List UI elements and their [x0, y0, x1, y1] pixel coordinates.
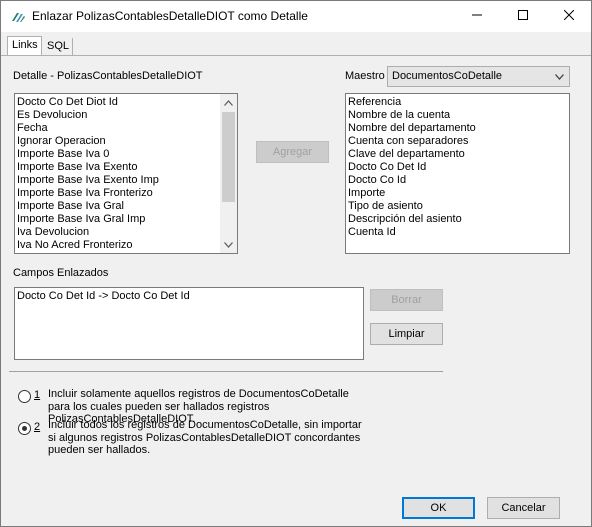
title-bar[interactable]: Enlazar PolizasContablesDetalleDIOT como… — [1, 1, 591, 32]
option-1-radio[interactable] — [18, 390, 31, 403]
list-item[interactable]: Importe Base Iva Fronterizo — [15, 187, 220, 200]
list-item[interactable]: Tipo de asiento — [346, 200, 566, 213]
option-1-number-text: 1 — [34, 389, 41, 401]
list-item[interactable]: Descripción del asiento — [346, 213, 566, 226]
close-icon — [563, 9, 575, 23]
agregar-button[interactable]: Agregar — [256, 141, 329, 163]
chevron-down-icon — [224, 239, 233, 251]
borrar-button-label: Borrar — [391, 294, 422, 306]
scroll-down-button[interactable] — [220, 236, 237, 253]
list-item[interactable]: Importe — [346, 187, 566, 200]
maximize-button[interactable] — [500, 1, 546, 31]
list-item[interactable]: Clave del departamento — [346, 148, 566, 161]
option-2-number: 2 — [34, 421, 40, 433]
minimize-button[interactable] — [454, 1, 500, 31]
list-item[interactable]: Iva No Acred Fronterizo — [15, 239, 220, 252]
campos-enlazados-list[interactable]: Docto Co Det Id -> Docto Co Det Id — [14, 287, 364, 360]
list-item[interactable]: Importe Base Iva Exento — [15, 161, 220, 174]
option-1-line-2: para los cuales pueden ser hallados regi… — [48, 400, 270, 413]
option-1-number: 1 — [34, 389, 40, 401]
chevron-up-icon — [224, 97, 233, 109]
maestro-selected-value: DocumentosCoDetalle — [392, 70, 503, 82]
list-item[interactable]: Importe Base Iva Exento Imp — [15, 174, 220, 187]
detalle-fields-list[interactable]: Docto Co Det Diot Id Es Devolucion Fecha… — [14, 93, 238, 254]
list-item[interactable]: Nombre del departamento — [346, 122, 566, 135]
list-item[interactable]: Importe Base Iva Gral — [15, 200, 220, 213]
window-title: Enlazar PolizasContablesDetalleDIOT como… — [32, 9, 308, 23]
maestro-fields-list[interactable]: Referencia Nombre de la cuenta Nombre de… — [345, 93, 570, 254]
scroll-up-button[interactable] — [220, 94, 237, 111]
close-button[interactable] — [546, 1, 592, 31]
option-2-number-text: 2 — [34, 421, 41, 433]
maestro-select[interactable]: DocumentosCoDetalle — [387, 66, 570, 87]
option-2-line-2: si algunos registros PolizasContablesDet… — [48, 431, 361, 444]
list-item[interactable]: Importe Base Iva Gral Imp — [15, 213, 220, 226]
tab-sql[interactable]: SQL — [43, 38, 73, 56]
list-item[interactable]: Docto Co Det Id — [346, 161, 566, 174]
tab-divider — [1, 55, 591, 56]
option-2-text[interactable]: Incluir todos los registros de Documento… — [48, 419, 378, 457]
maestro-label: Maestro — [345, 70, 385, 82]
option-2-line-1: Incluir todos los registros de Documento… — [48, 419, 362, 431]
list-item[interactable]: Ignorar Operacion — [15, 135, 220, 148]
limpiar-button[interactable]: Limpiar — [370, 323, 443, 345]
scroll-thumb[interactable] — [222, 112, 235, 202]
list-item[interactable]: Fecha — [15, 122, 220, 135]
list-item[interactable]: Docto Co Id — [346, 174, 566, 187]
borrar-button[interactable]: Borrar — [370, 289, 443, 311]
options-separator — [9, 371, 443, 372]
cancelar-button-label: Cancelar — [501, 502, 546, 514]
tab-strip: Links SQL — [1, 33, 591, 56]
list-item[interactable]: Cuenta con separadores — [346, 135, 566, 148]
list-item[interactable]: Docto Co Det Diot Id — [15, 96, 220, 109]
campos-enlazados-label: Campos Enlazados — [13, 267, 109, 279]
option-2-radio[interactable] — [18, 422, 31, 435]
option-2-line-3: pueden ser hallados. — [48, 444, 151, 456]
list-item[interactable]: Docto Co Det Id -> Docto Co Det Id — [15, 290, 190, 303]
tab-links[interactable]: Links — [7, 36, 42, 56]
list-item[interactable]: Cuenta Id — [346, 226, 566, 239]
ok-button[interactable]: OK — [402, 497, 475, 519]
chevron-down-icon — [552, 70, 566, 84]
ok-button-label: OK — [430, 502, 447, 514]
list-item[interactable]: Referencia — [346, 96, 566, 109]
option-1-line-1: Incluir solamente aquellos registros de … — [48, 388, 349, 400]
cancelar-button[interactable]: Cancelar — [487, 497, 560, 519]
detalle-label: Detalle - PolizasContablesDetalleDIOT — [13, 70, 203, 82]
list-item[interactable]: Es Devolucion — [15, 109, 220, 122]
detalle-scrollbar[interactable] — [220, 94, 237, 253]
dialog-window: Enlazar PolizasContablesDetalleDIOT como… — [0, 0, 592, 527]
list-item[interactable]: Nombre de la cuenta — [346, 109, 566, 122]
app-link-icon — [10, 9, 26, 25]
limpiar-button-label: Limpiar — [388, 328, 425, 340]
minimize-icon — [472, 10, 482, 23]
maximize-icon — [518, 9, 528, 23]
list-item[interactable]: Iva Devolucion — [15, 226, 220, 239]
list-item[interactable]: Importe Base Iva 0 — [15, 148, 220, 161]
